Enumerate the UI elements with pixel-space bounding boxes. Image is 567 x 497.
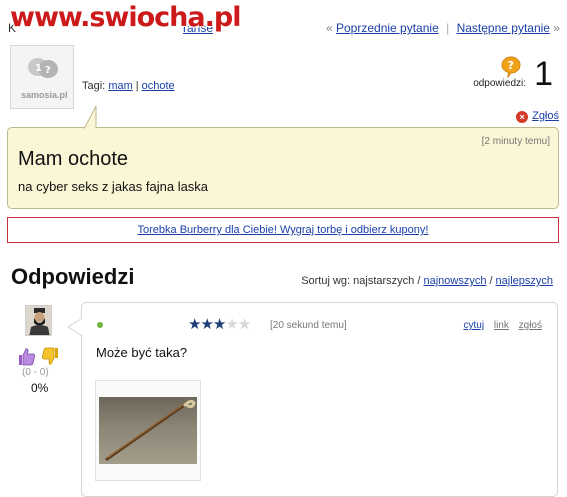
tag-link-mam[interactable]: mam <box>108 80 132 92</box>
quote-link[interactable]: cytuj <box>464 320 485 331</box>
answer-header: ★★★★★ [20 sekund temu] cytuj link zgłoś <box>94 317 544 333</box>
person-icon <box>26 306 51 335</box>
vote-counts: (0 - 0) <box>22 367 49 378</box>
vote-percent: 0% <box>31 381 49 395</box>
sort-label: Sortuj wg: najstarszych / <box>301 275 421 287</box>
star-empty-icon[interactable]: ★ <box>225 316 238 333</box>
sort-newest-link[interactable]: najnowszych <box>423 275 486 287</box>
prev-arrow-icon: « <box>325 21 333 35</box>
star-filled-icon[interactable]: ★ <box>188 316 201 333</box>
answers-heading: Odpowiedzi <box>11 264 135 289</box>
answer-image[interactable] <box>95 380 201 481</box>
bubble-tail <box>83 105 97 130</box>
nav-separator: | <box>446 21 450 35</box>
tags-label: Tagi: <box>82 80 106 92</box>
svg-text:?: ? <box>45 65 51 76</box>
star-filled-icon[interactable]: ★ <box>200 316 213 333</box>
report-question[interactable]: × Zgłoś <box>516 110 559 123</box>
vote-buttons <box>17 347 63 367</box>
answer-bubble: ★★★★★ [20 sekund temu] cytuj link zgłoś … <box>67 302 558 497</box>
tags-line: Tagi: mam | ochote <box>82 80 175 92</box>
svg-text:1: 1 <box>35 63 42 74</box>
question-bubble-icon: ? <box>501 56 521 78</box>
walking-cane-image <box>105 399 196 461</box>
answers-count: 1 <box>534 55 553 93</box>
answer-time: [20 sekund temu] <box>270 320 347 331</box>
question-title: Mam ochote <box>18 148 129 170</box>
svg-text:?: ? <box>508 59 514 72</box>
sort-best-link[interactable]: najlepszych <box>496 275 553 287</box>
tag-separator: | <box>135 80 139 92</box>
answers-counter: ? odpowiedzi: 1 <box>443 56 553 96</box>
rating-stars[interactable]: ★★★★★ <box>188 316 251 333</box>
answer-text: Może być taka? <box>96 345 188 360</box>
ad-banner: Torebka Burberry dla Ciebie! Wygraj torb… <box>7 217 559 243</box>
answerer-avatar[interactable] <box>25 305 52 336</box>
previous-question-link[interactable]: Poprzednie pytanie <box>336 21 439 35</box>
ad-link[interactable]: Torebka Burberry dla Ciebie! Wygraj torb… <box>138 224 429 236</box>
thumbs-up-icon[interactable] <box>17 347 37 366</box>
next-arrow-icon: » <box>553 21 560 35</box>
cane-photo <box>99 397 197 464</box>
close-icon: × <box>516 111 529 123</box>
watermark-logo: www.swiocha.pl <box>10 2 241 33</box>
sort-separator: / <box>489 275 493 287</box>
bubble-tail <box>67 317 83 337</box>
next-question-link[interactable]: Następne pytanie <box>457 21 550 35</box>
question-time: [2 minuty temu] <box>481 136 550 147</box>
sort-options: Sortuj wg: najstarszych / najnowszych / na… <box>301 275 553 287</box>
asker-avatar[interactable]: 1 ? samosia.pl <box>10 45 74 109</box>
tag-link-ochote[interactable]: ochote <box>142 80 175 92</box>
answers-label: odpowiedzi: <box>473 78 526 89</box>
permalink-link[interactable]: link <box>494 320 509 331</box>
answer-actions: cytuj link zgłoś <box>457 320 543 331</box>
star-empty-icon[interactable]: ★ <box>238 316 251 333</box>
report-answer-link[interactable]: zgłoś <box>519 320 542 331</box>
avatar-brand: samosia.pl <box>21 90 68 100</box>
question-navigation: « Poprzednie pytanie | Następne pytanie … <box>326 21 560 35</box>
speech-bubbles-icon: 1 ? <box>28 58 58 78</box>
star-filled-icon[interactable]: ★ <box>213 316 226 333</box>
question-body: na cyber seks z jakas fajna laska <box>18 179 209 194</box>
question-bubble: [2 minuty temu] Mam ochote na cyber seks… <box>7 105 559 209</box>
report-question-link[interactable]: Zgłoś <box>532 110 559 122</box>
thumbs-down-icon[interactable] <box>40 347 60 366</box>
online-status-icon <box>97 322 103 328</box>
